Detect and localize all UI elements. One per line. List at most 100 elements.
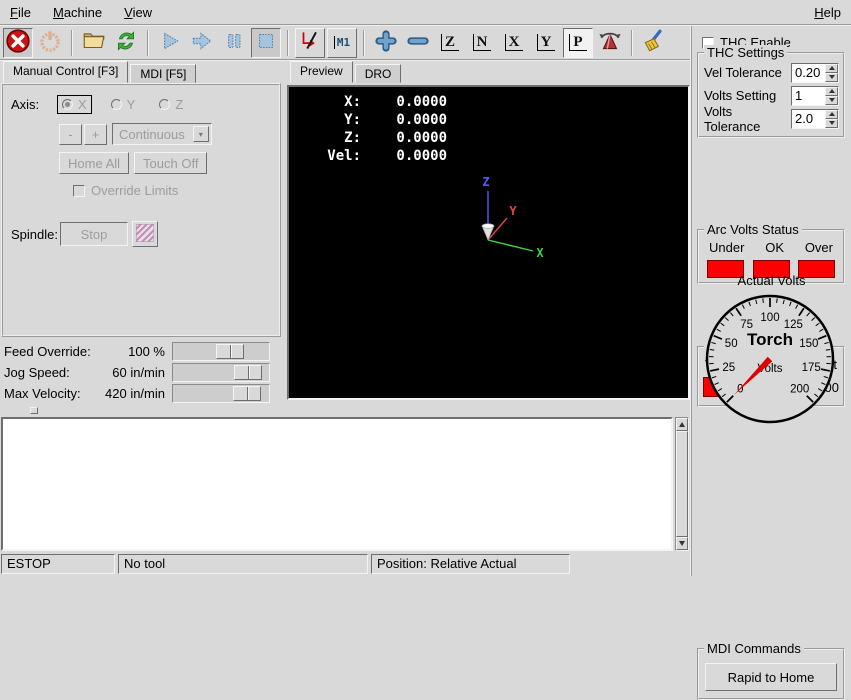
pause-icon	[221, 28, 247, 57]
touch-off-button[interactable]: Touch Off	[134, 152, 207, 174]
jog-minus-button[interactable]: -	[59, 124, 82, 145]
toolbar: M1 Z N X Y	[0, 26, 690, 61]
clear-plot-button[interactable]	[639, 28, 669, 58]
mdi-commands-group: MDI Commands Rapid to Home	[697, 648, 845, 700]
volts-setting-spinbox[interactable]: 1	[791, 86, 839, 106]
spin-down-icon[interactable]	[825, 73, 838, 82]
svg-text:25: 25	[722, 362, 735, 374]
jog-speed-value: 60 in/min	[94, 365, 172, 380]
svg-text:175: 175	[802, 362, 821, 374]
slider-handle[interactable]	[233, 386, 261, 401]
spin-up-icon[interactable]	[825, 87, 838, 96]
override-limits-checkbox[interactable]	[73, 185, 85, 197]
volts-setting-label: Volts Setting	[704, 88, 791, 103]
jog-plus-button[interactable]: +	[84, 124, 107, 145]
axis-radio-z[interactable]: Z	[154, 95, 188, 114]
machine-power-button[interactable]	[35, 28, 65, 58]
spin-up-icon[interactable]	[825, 110, 838, 119]
vel-tolerance-spinbox[interactable]: 0.20	[791, 63, 839, 83]
spindle-label: Spindle:	[11, 227, 60, 242]
menu-file[interactable]: File	[10, 5, 31, 20]
estop-button[interactable]	[3, 28, 33, 58]
home-all-button[interactable]: Home All	[59, 152, 129, 174]
view-front-button[interactable]: Y	[531, 28, 561, 58]
axis-label: Axis:	[11, 97, 57, 112]
spin-down-icon[interactable]	[825, 96, 838, 105]
radio-icon	[62, 99, 73, 110]
zoom-out-button[interactable]	[403, 28, 433, 58]
dro-readout: X:0.0000 Y:0.0000 Z:0.0000 Vel:0.0000	[297, 93, 447, 165]
view-top-button[interactable]: Z	[435, 28, 465, 58]
override-limits-label: Override Limits	[91, 183, 178, 198]
feed-override-value: 100 %	[94, 344, 172, 359]
zoom-in-button[interactable]	[371, 28, 401, 58]
spindle-brake-button[interactable]	[132, 221, 158, 247]
jog-mode-select[interactable]: Continuous ▾	[112, 123, 212, 145]
tool-cone-icon	[597, 28, 623, 57]
menu-view[interactable]: View	[124, 5, 152, 20]
scroll-thumb[interactable]	[676, 431, 688, 537]
menu-help[interactable]: Help	[814, 5, 841, 20]
feed-override-slider[interactable]	[172, 342, 270, 361]
scroll-up-icon[interactable]	[676, 418, 688, 431]
broom-icon	[641, 28, 667, 57]
spin-up-icon[interactable]	[825, 64, 838, 73]
brake-pattern-icon	[136, 224, 154, 245]
volts-tolerance-spinbox[interactable]: 2.0	[791, 109, 839, 129]
svg-text:100: 100	[760, 312, 779, 324]
axis-radio-x[interactable]: X	[57, 95, 92, 114]
plus-icon	[373, 28, 399, 57]
control-tabs: Manual Control [F3] MDI [F5]	[0, 61, 283, 83]
gcode-listing[interactable]	[1, 417, 673, 551]
stop-icon	[253, 28, 279, 57]
tool-status-cell: No tool	[118, 554, 368, 574]
chevron-down-icon: ▾	[193, 126, 209, 142]
tab-manual-control[interactable]: Manual Control [F3]	[3, 61, 128, 83]
pane-sash[interactable]	[30, 407, 38, 414]
skip-lines-button[interactable]	[295, 28, 325, 58]
menu-machine[interactable]: Machine	[53, 5, 102, 20]
reload-file-button[interactable]	[111, 28, 141, 58]
jog-speed-slider[interactable]	[172, 363, 270, 382]
slider-handle[interactable]	[216, 344, 244, 359]
vel-tolerance-label: Vel Tolerance	[704, 65, 791, 80]
reload-icon	[113, 28, 139, 57]
x-axis-label: X	[536, 246, 544, 260]
stop-button[interactable]	[251, 28, 281, 58]
view-z-icon: Z	[441, 34, 459, 51]
view-perspective-button[interactable]: P	[563, 28, 593, 58]
preview-tabs: Preview DRO	[287, 61, 690, 83]
manual-control-box: Axis: X Y Z	[1, 83, 281, 337]
skip-lines-icon	[297, 28, 323, 57]
scroll-down-icon[interactable]	[676, 537, 688, 550]
pause-button[interactable]	[219, 28, 249, 58]
view-p-icon: P	[569, 34, 586, 51]
optional-stop-button[interactable]: M1	[327, 28, 357, 58]
toolbar-separator	[287, 30, 289, 56]
tab-dro[interactable]: DRO	[355, 64, 402, 83]
spin-down-icon[interactable]	[825, 119, 838, 128]
manual-control-panel: Manual Control [F3] MDI [F5] Axis: X	[0, 61, 283, 409]
actual-volts-label: Actual Volts	[692, 273, 851, 288]
rapid-to-home-button[interactable]: Rapid to Home	[705, 663, 837, 691]
step-button[interactable]	[187, 28, 217, 58]
slider-handle[interactable]	[234, 365, 262, 380]
tab-mdi[interactable]: MDI [F5]	[130, 64, 196, 83]
thc-settings-title: THC Settings	[704, 45, 787, 60]
feed-override-label: Feed Override:	[0, 344, 94, 359]
view-top-rotated-button[interactable]: N	[467, 28, 497, 58]
rotate-view-button[interactable]	[595, 28, 625, 58]
open-file-button[interactable]	[79, 28, 109, 58]
spindle-stop-button[interactable]: Stop	[60, 222, 128, 246]
gcode-scrollbar[interactable]	[675, 417, 689, 551]
view-side-button[interactable]: X	[499, 28, 529, 58]
tab-preview[interactable]: Preview	[290, 61, 353, 83]
run-icon	[157, 28, 183, 57]
max-velocity-slider[interactable]	[172, 384, 270, 403]
preview-canvas[interactable]: Z Y X X:0.0000 Y:0.0000 Z:0.0000 Vel:0.0…	[287, 85, 690, 400]
radio-icon	[111, 99, 122, 110]
axis-radio-y[interactable]: Y	[106, 95, 141, 114]
power-icon	[37, 28, 63, 57]
over-label: Over	[805, 240, 833, 255]
run-button[interactable]	[155, 28, 185, 58]
